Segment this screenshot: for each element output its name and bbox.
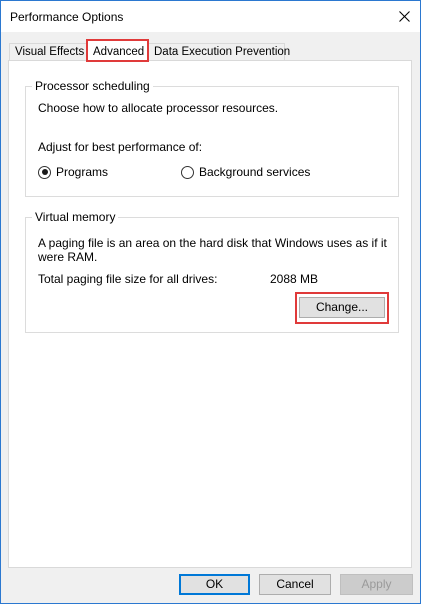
background-services-radio-indicator xyxy=(181,165,194,179)
processor-scheduling-group: Processor scheduling Choose how to alloc… xyxy=(25,79,399,197)
virtual-memory-description-line2: were RAM. xyxy=(38,250,98,264)
change-button[interactable]: Change... xyxy=(299,297,385,318)
background-services-radio[interactable]: Background services xyxy=(181,165,310,179)
close-button[interactable] xyxy=(388,1,420,31)
virtual-memory-description-line1: A paging file is an area on the hard dis… xyxy=(38,236,387,250)
apply-button[interactable]: Apply xyxy=(340,574,413,595)
adjust-label: Adjust for best performance of: xyxy=(38,140,203,154)
virtual-memory-title: Virtual memory xyxy=(32,210,119,224)
close-icon xyxy=(398,10,410,22)
processor-scheduling-title: Processor scheduling xyxy=(32,79,153,93)
total-paging-label: Total paging file size for all drives: xyxy=(38,272,218,286)
tab-bar: Visual Effects Advanced Data Execution P… xyxy=(1,39,420,62)
programs-radio[interactable]: Programs xyxy=(38,165,108,179)
programs-radio-label: Programs xyxy=(56,165,109,179)
ok-button[interactable]: OK xyxy=(179,574,250,595)
programs-radio-indicator xyxy=(38,165,51,179)
total-paging-value: 2088 MB xyxy=(270,272,319,286)
window-title: Performance Options xyxy=(10,10,124,24)
processor-scheduling-description: Choose how to allocate processor resourc… xyxy=(38,101,279,115)
background-services-radio-label: Background services xyxy=(199,165,311,179)
tab-advanced[interactable]: Advanced xyxy=(86,39,149,62)
performance-options-window: Performance Options Visual Effects Advan… xyxy=(0,0,421,604)
title-bar: Performance Options xyxy=(1,1,420,32)
cancel-button[interactable]: Cancel xyxy=(259,574,331,595)
